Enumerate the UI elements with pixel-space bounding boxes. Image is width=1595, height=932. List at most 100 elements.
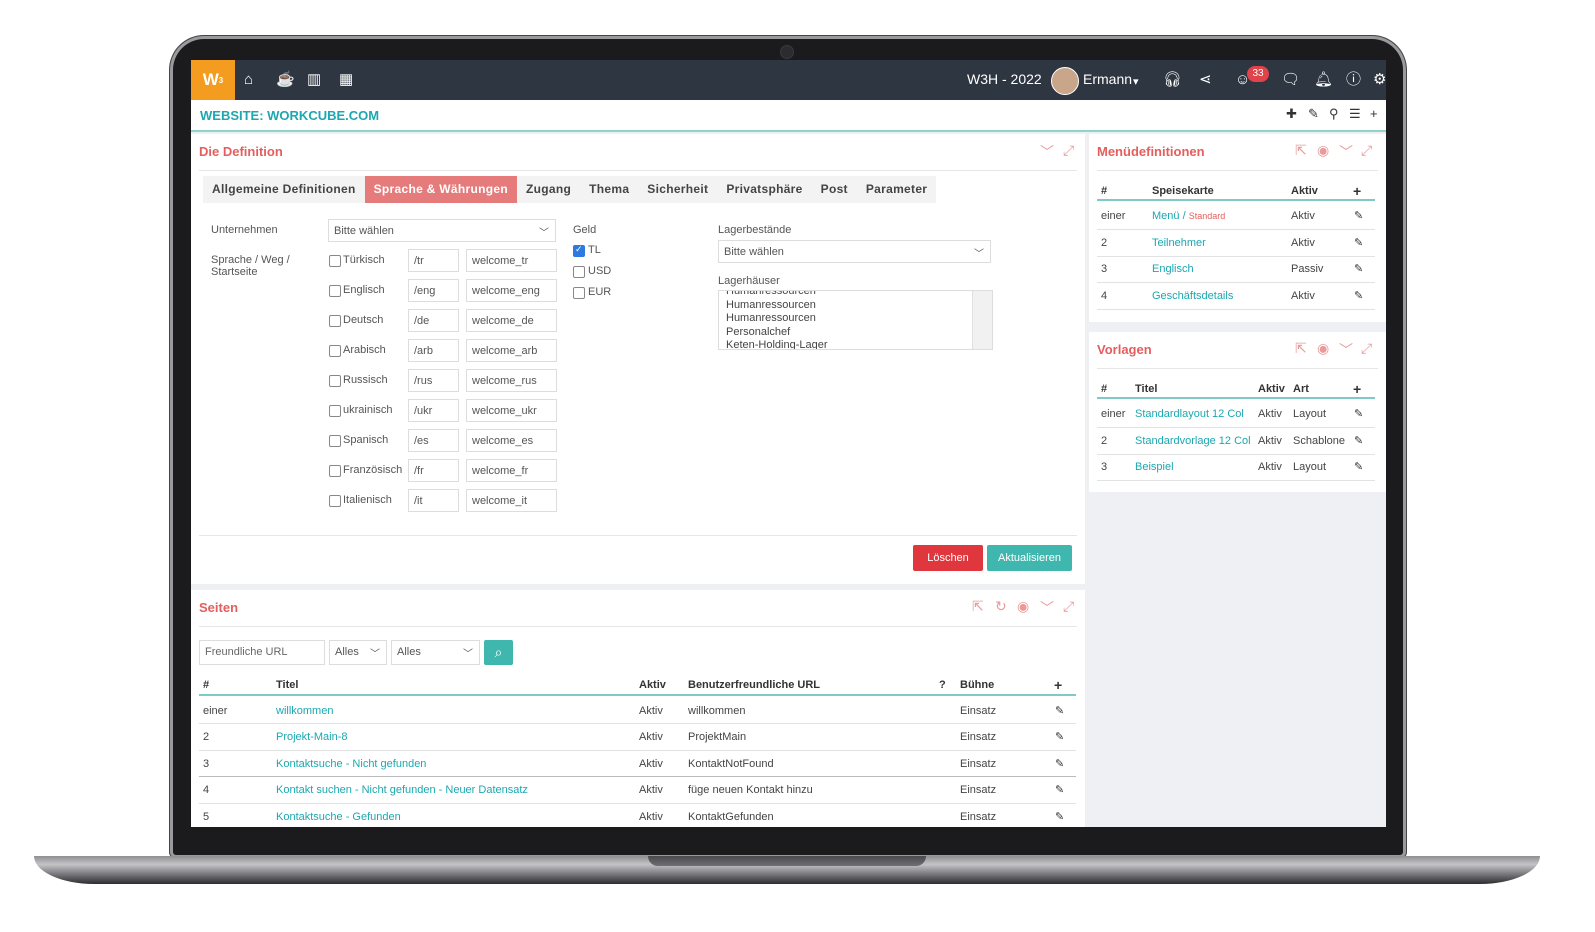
pencil-icon[interactable]: ✎ [1055, 730, 1064, 743]
expand-icon[interactable]: ⤢ [1361, 142, 1372, 159]
pencil-icon[interactable]: ✎ [1354, 236, 1363, 249]
lang-page-input[interactable]: welcome_fr [466, 459, 557, 482]
help-icon[interactable]: ⓘ [1346, 70, 1361, 90]
puzzle-icon[interactable]: ✚ [1286, 106, 1297, 122]
currency-checkbox-usd[interactable] [573, 266, 585, 278]
menu-link[interactable]: Englisch [1152, 263, 1194, 275]
lang-path-input[interactable]: /de [408, 309, 459, 332]
pencil-icon[interactable]: ✎ [1354, 407, 1363, 420]
page-link[interactable]: Kontakt suchen - Nicht gefunden - Neuer … [276, 784, 528, 796]
lang-checkbox[interactable] [329, 405, 341, 417]
pencil-icon[interactable]: ✎ [1354, 434, 1363, 447]
lang-page-input[interactable]: welcome_es [466, 429, 557, 452]
external-link-icon[interactable]: ⇱ [1295, 340, 1307, 357]
list-item[interactable]: Personalchef [719, 326, 992, 340]
tab-parameters[interactable]: Parameter [857, 176, 936, 203]
home-icon[interactable]: ⌂ [244, 70, 253, 90]
list-item[interactable]: Keten-Holding-Lager [719, 339, 992, 349]
warehouses-listbox[interactable]: Humanressourcen Humanressourcen Humanres… [718, 290, 993, 350]
company-select[interactable]: Bitte wählen ﹀ [328, 219, 556, 242]
avatar[interactable] [1051, 67, 1079, 95]
lang-page-input[interactable]: welcome_ukr [466, 399, 557, 422]
stock-select[interactable]: Bitte wählen ﹀ [718, 240, 991, 263]
filter-select-2[interactable]: Alles ﹀ [391, 640, 480, 665]
page-link[interactable]: Kontaktsuche - Gefunden [276, 811, 401, 823]
pencil-icon[interactable]: ✎ [1055, 704, 1064, 717]
link-icon[interactable]: ⚲ [1329, 106, 1339, 122]
period-label[interactable]: W3H - 2022 [967, 71, 1042, 87]
expand-icon[interactable]: ⤢ [1063, 142, 1074, 159]
chevron-down-icon[interactable]: ﹀ [1040, 598, 1054, 618]
pencil-icon[interactable]: ✎ [1354, 209, 1363, 222]
currency-checkbox-eur[interactable] [573, 287, 585, 299]
chevron-down-icon[interactable]: ▾ [1133, 72, 1139, 92]
page-link[interactable]: willkommen [276, 705, 333, 717]
page-link[interactable]: Projekt-Main-8 [276, 731, 348, 743]
list-icon[interactable]: ☰ [1349, 106, 1361, 122]
tab-privacy[interactable]: Privatsphäre [717, 176, 811, 203]
menu-link[interactable]: Geschäftsdetails [1152, 290, 1233, 302]
pencil-icon[interactable]: ✎ [1354, 289, 1363, 302]
delete-button[interactable]: Löschen [913, 545, 983, 571]
template-link[interactable]: Standardlayout 12 Col [1135, 408, 1244, 420]
pencil-icon[interactable]: ✎ [1055, 810, 1064, 823]
pencil-icon[interactable]: ✎ [1354, 460, 1363, 473]
tab-access[interactable]: Zugang [517, 176, 580, 203]
tab-language-currency[interactable]: Sprache & Währungen [364, 176, 517, 203]
lang-path-input[interactable]: /tr [408, 249, 459, 272]
lang-checkbox[interactable] [329, 345, 341, 357]
chevron-down-icon[interactable]: ﹀ [1339, 340, 1353, 360]
add-icon[interactable]: + [1353, 183, 1361, 199]
add-icon[interactable]: + [1054, 677, 1062, 693]
search-button[interactable]: ⌕ [484, 640, 513, 665]
lang-path-input[interactable]: /arb [408, 339, 459, 362]
menu-link[interactable]: Teilnehmer [1152, 237, 1206, 249]
lang-page-input[interactable]: welcome_it [466, 489, 557, 512]
lang-page-input[interactable]: welcome_tr [466, 249, 557, 272]
menu-link[interactable]: Menü / Standard [1152, 210, 1225, 222]
eye-icon[interactable]: ◉ [1017, 598, 1029, 615]
lang-checkbox[interactable] [329, 255, 341, 267]
currency-checkbox-tl[interactable] [573, 244, 585, 257]
expand-icon[interactable]: ⤢ [1361, 340, 1372, 357]
bell-icon[interactable]: 🔔︎ [1314, 70, 1333, 90]
lang-checkbox[interactable] [329, 465, 341, 477]
chevron-down-icon[interactable]: ﹀ [1040, 142, 1054, 162]
eye-icon[interactable]: ◉ [1317, 142, 1329, 159]
template-link[interactable]: Standardvorlage 12 Col [1135, 435, 1251, 447]
pencil-icon[interactable]: ✎ [1354, 262, 1363, 275]
chat-icon[interactable]: 🗨︎ [1281, 70, 1300, 90]
filter-select-1[interactable]: Alles ﹀ [329, 640, 387, 665]
tab-mail[interactable]: Post [812, 176, 857, 203]
refresh-icon[interactable]: ↻ [995, 598, 1007, 615]
template-link[interactable]: Beispiel [1135, 461, 1174, 473]
lang-checkbox[interactable] [329, 375, 341, 387]
lang-path-input[interactable]: /it [408, 489, 459, 512]
lang-path-input[interactable]: /ukr [408, 399, 459, 422]
tab-theme[interactable]: Thema [580, 176, 638, 203]
calendar-icon[interactable]: ▦ [339, 70, 353, 90]
lang-page-input[interactable]: welcome_eng [466, 279, 557, 302]
list-item[interactable]: Humanressourcen [719, 291, 992, 299]
lang-checkbox[interactable] [329, 315, 341, 327]
lang-checkbox[interactable] [329, 495, 341, 507]
lang-page-input[interactable]: welcome_de [466, 309, 557, 332]
lang-path-input[interactable]: /eng [408, 279, 459, 302]
update-button[interactable]: Aktualisieren [987, 545, 1072, 571]
chart-icon[interactable]: ▥ [307, 70, 321, 90]
app-logo[interactable]: W3 [191, 60, 235, 100]
add-icon[interactable]: + [1353, 381, 1361, 397]
user-name[interactable]: Ermann [1083, 71, 1132, 87]
gear-icon[interactable]: ⚙ [1373, 70, 1386, 90]
external-link-icon[interactable]: ⇱ [1295, 142, 1307, 159]
lang-page-input[interactable]: welcome_arb [466, 339, 557, 362]
url-filter-input[interactable]: Freundliche URL [199, 640, 325, 665]
lang-path-input[interactable]: /rus [408, 369, 459, 392]
add-icon[interactable]: + [1370, 106, 1378, 121]
lang-page-input[interactable]: welcome_rus [466, 369, 557, 392]
eye-icon[interactable]: ◉ [1317, 340, 1329, 357]
external-link-icon[interactable]: ⇱ [972, 598, 984, 615]
share-icon[interactable]: ⋖ [1199, 70, 1212, 90]
expand-icon[interactable]: ⤢ [1063, 598, 1074, 615]
page-link[interactable]: Kontaktsuche - Nicht gefunden [276, 758, 426, 770]
